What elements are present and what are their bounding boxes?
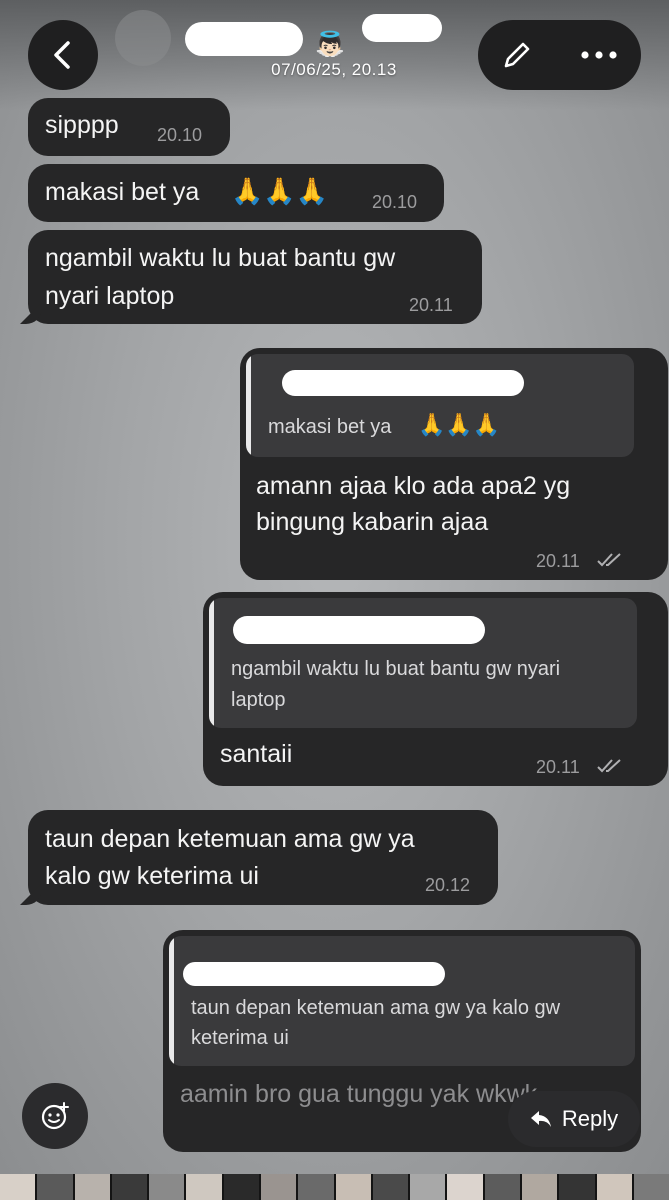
- read-ticks-icon: [597, 553, 621, 567]
- reply-label: Reply: [561, 1106, 619, 1131]
- redacted-contact-name: [185, 22, 303, 56]
- media-thumbnail-strip[interactable]: [0, 1174, 669, 1200]
- quoted-text-line: taun depan ketemuan ama gw ya kalo gw: [191, 997, 561, 1019]
- message-bubble-incoming[interactable]: ngambil waktu lu buat bantu gw nyari lap…: [20, 230, 482, 324]
- sticker-add-icon: [41, 1102, 69, 1130]
- edit-pencil-icon[interactable]: [500, 38, 534, 72]
- message-text: santaii: [220, 740, 293, 768]
- read-ticks-icon: [597, 759, 621, 773]
- quoted-message[interactable]: taun depan ketemuan ama gw ya kalo gw ke…: [169, 936, 635, 1066]
- message-time: 20.11: [536, 551, 580, 571]
- pray-emoji: 🙏🙏🙏: [231, 176, 329, 206]
- message-bubble-outgoing[interactable]: makasi bet ya 🙏🙏🙏 amann ajaa klo ada apa…: [240, 348, 668, 580]
- message-text-line: taun depan ketemuan ama gw ya: [45, 825, 415, 853]
- sticker-button[interactable]: [22, 1083, 88, 1149]
- back-button[interactable]: [28, 20, 98, 90]
- message-text: sipppp: [45, 111, 119, 139]
- message-time: 20.10: [157, 125, 203, 145]
- message-time: 20.10: [372, 192, 418, 212]
- message-time: 20.11: [536, 757, 580, 777]
- header-timestamp: 07/06/25, 20.13: [271, 60, 397, 79]
- redacted-quote-author: [233, 616, 485, 644]
- message-text-line: amann ajaa klo ada apa2 yg: [256, 472, 571, 500]
- message-bubble-incoming[interactable]: makasi bet ya 🙏🙏🙏 20.10: [28, 164, 444, 222]
- message-text-line: kalo gw keterima ui: [45, 862, 259, 890]
- angel-emoji: 👼🏻: [315, 31, 345, 58]
- redacted-quote-author: [282, 370, 524, 396]
- message-text-line: nyari laptop: [45, 282, 175, 310]
- message-bubble-incoming[interactable]: sipppp 20.10: [28, 98, 230, 156]
- quoted-message[interactable]: makasi bet ya 🙏🙏🙏: [246, 354, 634, 457]
- header-actions: [478, 20, 641, 90]
- message-text-line: bingung kabarin ajaa: [256, 508, 489, 536]
- message-text: aamin bro gua tunggu yak wkwk: [180, 1080, 538, 1108]
- redacted-quote-author: [183, 962, 445, 986]
- pray-emoji: 🙏🙏🙏: [418, 412, 501, 437]
- quoted-text: makasi bet ya: [268, 416, 392, 438]
- message-time: 20.11: [409, 295, 453, 315]
- quoted-text-line: keterima ui: [191, 1027, 289, 1049]
- redacted-contact-name-2: [362, 14, 442, 42]
- message-bubble-outgoing[interactable]: ngambil waktu lu buat bantu gw nyari lap…: [203, 592, 668, 786]
- contact-avatar[interactable]: [115, 10, 171, 66]
- message-time: 20.12: [425, 875, 471, 895]
- message-text-line: ngambil waktu lu buat bantu gw: [45, 244, 396, 272]
- quoted-text-line: laptop: [231, 689, 286, 711]
- message-bubble-incoming[interactable]: taun depan ketemuan ama gw ya kalo gw ke…: [20, 810, 498, 905]
- quoted-text-line: ngambil waktu lu buat bantu gw nyari: [231, 658, 561, 680]
- reply-arrow-icon: [530, 1111, 551, 1127]
- reply-button[interactable]: Reply: [508, 1091, 640, 1147]
- quoted-message[interactable]: ngambil waktu lu buat bantu gw nyari lap…: [209, 598, 637, 728]
- chevron-left-icon: [54, 41, 70, 69]
- more-options-icon[interactable]: [579, 49, 619, 61]
- message-text: makasi bet ya: [45, 178, 200, 206]
